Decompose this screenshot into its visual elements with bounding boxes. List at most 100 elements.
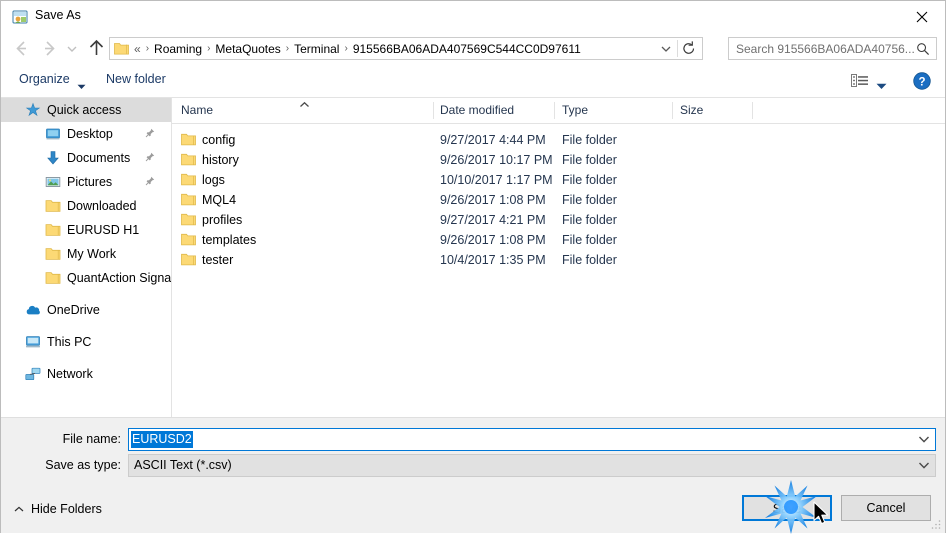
sidebar-item-documents[interactable]: Documents: [1, 146, 171, 170]
breadcrumb-item-guid[interactable]: 915566BA06ADA407569C544CC0D97611: [353, 42, 581, 56]
file-name-value: EURUSD2: [131, 431, 193, 448]
sidebar-item-label: This PC: [47, 335, 92, 349]
network-icon: [25, 366, 41, 382]
caret-down-icon[interactable]: [876, 79, 887, 93]
sidebar-item-quantaction-signal[interactable]: QuantAction Signal: [1, 266, 171, 290]
column-divider[interactable]: [752, 102, 753, 119]
back-button[interactable]: [9, 36, 34, 61]
refresh-button[interactable]: [678, 38, 700, 59]
breadcrumb-item-roaming[interactable]: Roaming: [154, 42, 202, 56]
pin-icon[interactable]: [145, 127, 155, 141]
computer-icon: [25, 334, 41, 350]
save-button[interactable]: Save: [742, 495, 832, 521]
file-name-input[interactable]: EURUSD2: [128, 428, 936, 451]
sidebar-item-label: Downloaded: [67, 199, 137, 213]
save-as-type-label: Save as type:: [45, 458, 121, 472]
table-row[interactable]: tester 10/4/2017 1:35 PM File folder: [172, 250, 945, 270]
sidebar-item-onedrive[interactable]: OneDrive: [1, 298, 171, 322]
forward-button[interactable]: [37, 36, 62, 61]
file-type: File folder: [562, 193, 617, 207]
save-as-type-select[interactable]: ASCII Text (*.csv): [128, 454, 936, 477]
sidebar-item-quick-access[interactable]: Quick access: [1, 98, 171, 122]
up-button[interactable]: [84, 36, 109, 61]
search-box[interactable]: Search 915566BA06ADA40756...: [728, 37, 937, 60]
window-title: Save As: [35, 8, 81, 22]
picture-icon: [45, 174, 61, 190]
sidebar-item-network[interactable]: Network: [1, 362, 171, 386]
column-header-date-modified[interactable]: Date modified: [440, 103, 514, 117]
file-name: MQL4: [202, 193, 237, 207]
toolbar: Organize New folder ?: [1, 65, 945, 98]
save-as-icon: [12, 9, 28, 25]
file-type: File folder: [562, 133, 617, 147]
sidebar-item-pictures[interactable]: Pictures: [1, 170, 171, 194]
file-date: 10/4/2017 1:35 PM: [440, 253, 546, 267]
breadcrumb-separator: ›: [285, 43, 290, 54]
sidebar-item-downloaded[interactable]: Downloaded: [1, 194, 171, 218]
resize-grip-icon[interactable]: [930, 518, 942, 530]
folder-icon: [181, 253, 196, 266]
sidebar-item-label: Desktop: [67, 127, 113, 141]
caret-down-icon[interactable]: [77, 79, 86, 93]
sidebar-item-this-pc[interactable]: This PC: [1, 330, 171, 354]
sidebar-item-my-work[interactable]: My Work: [1, 242, 171, 266]
download-arrow-icon: [45, 150, 61, 166]
pin-icon[interactable]: [145, 175, 155, 189]
file-date: 10/10/2017 1:17 PM: [440, 173, 553, 187]
sidebar-item-label: EURUSD H1: [67, 223, 140, 237]
column-header-name[interactable]: Name: [181, 103, 213, 117]
column-divider[interactable]: [433, 102, 434, 119]
table-row[interactable]: history 9/26/2017 10:17 PM File folder: [172, 150, 945, 170]
title-bar: Save As: [1, 1, 945, 32]
chevron-down-icon: [67, 46, 77, 52]
table-row[interactable]: logs 10/10/2017 1:17 PM File folder: [172, 170, 945, 190]
table-row[interactable]: templates 9/26/2017 1:08 PM File folder: [172, 230, 945, 250]
table-row[interactable]: config 9/27/2017 4:44 PM File folder: [172, 130, 945, 150]
address-bar[interactable]: « › Roaming › MetaQuotes › Terminal › 91…: [109, 37, 703, 60]
view-layout-icon[interactable]: [851, 73, 869, 92]
column-header-row: Name Date modified Type Size: [172, 98, 945, 124]
file-list: Name Date modified Type Size config 9/27…: [172, 98, 945, 417]
breadcrumb-item-terminal[interactable]: Terminal: [294, 42, 339, 56]
sidebar-item-desktop[interactable]: Desktop: [1, 122, 171, 146]
cancel-button[interactable]: Cancel: [841, 495, 931, 521]
file-date: 9/26/2017 10:17 PM: [440, 153, 553, 167]
search-input[interactable]: Search 915566BA06ADA40756...: [736, 42, 915, 56]
file-name: history: [202, 153, 239, 167]
file-name: tester: [202, 253, 234, 267]
navigation-bar: « › Roaming › MetaQuotes › Terminal › 91…: [1, 32, 945, 65]
folder-icon: [45, 270, 61, 286]
column-divider[interactable]: [554, 102, 555, 119]
file-type: File folder: [562, 213, 617, 227]
folder-icon: [181, 153, 196, 166]
help-icon[interactable]: ?: [913, 72, 931, 93]
breadcrumb: « › Roaming › MetaQuotes › Terminal › 91…: [134, 38, 581, 59]
save-as-type-value: ASCII Text (*.csv): [134, 458, 232, 472]
file-type: File folder: [562, 233, 617, 247]
new-folder-button[interactable]: New folder: [106, 72, 166, 86]
address-dropdown-button[interactable]: [656, 38, 676, 59]
folder-icon: [181, 213, 196, 226]
file-type: File folder: [562, 253, 617, 267]
file-name: profiles: [202, 213, 243, 227]
pin-icon[interactable]: [145, 151, 155, 165]
star-icon: [25, 102, 41, 118]
chevron-down-icon[interactable]: [918, 459, 930, 473]
column-header-size[interactable]: Size: [680, 103, 703, 117]
navigation-pane: Quick access Desktop Documents Pictures …: [1, 98, 172, 417]
column-divider[interactable]: [672, 102, 673, 119]
breadcrumb-item-metaquotes[interactable]: MetaQuotes: [215, 42, 280, 56]
chevron-down-icon[interactable]: [918, 433, 930, 447]
recent-locations-button[interactable]: [63, 36, 81, 61]
breadcrumb-prefix[interactable]: «: [134, 42, 141, 56]
folder-icon: [181, 173, 196, 186]
hide-folders-button[interactable]: Hide Folders: [14, 502, 102, 516]
sidebar-item-eurusd-h1[interactable]: EURUSD H1: [1, 218, 171, 242]
column-header-type[interactable]: Type: [562, 103, 588, 117]
close-button[interactable]: [899, 1, 945, 32]
table-row[interactable]: MQL4 9/26/2017 1:08 PM File folder: [172, 190, 945, 210]
table-row[interactable]: profiles 9/27/2017 4:21 PM File folder: [172, 210, 945, 230]
organize-button[interactable]: Organize: [19, 72, 70, 86]
sidebar-item-label: Documents: [67, 151, 131, 165]
